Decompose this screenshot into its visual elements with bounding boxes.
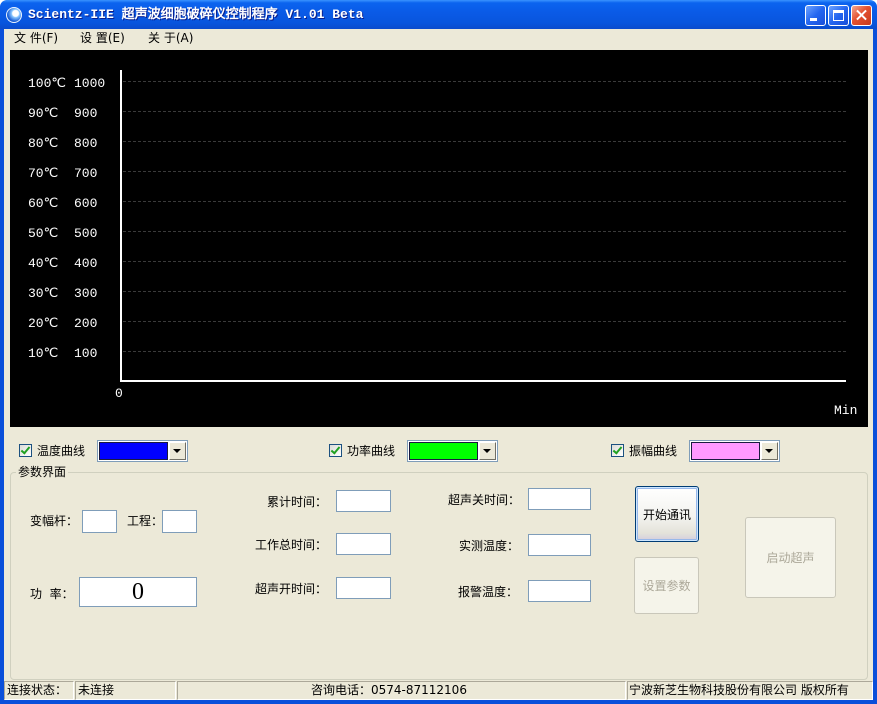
status-connection-label: 连接状态：	[4, 681, 74, 700]
gridline	[123, 171, 846, 172]
y-axis	[120, 70, 122, 382]
color-swatch	[409, 442, 478, 460]
minimize-icon	[810, 18, 817, 21]
alarm-temperature-input[interactable]	[528, 580, 591, 602]
dropdown-button[interactable]	[479, 442, 496, 460]
chevron-down-icon	[173, 449, 181, 453]
temperature-color-select[interactable]	[97, 440, 188, 462]
gridline	[123, 231, 846, 232]
total-work-time-label: 工作总时间：	[254, 538, 327, 552]
project-label: 工程：	[127, 514, 164, 528]
x-axis	[120, 380, 846, 382]
measured-temperature-input[interactable]	[528, 534, 591, 556]
set-parameters-button[interactable]: 设置参数	[634, 557, 699, 614]
start-communication-button[interactable]: 开始通讯	[635, 486, 699, 542]
power-tick-label: 900	[74, 106, 98, 121]
temperature-tick-label: 80℃	[28, 136, 59, 151]
temperature-curve-checkbox[interactable]	[19, 444, 32, 457]
amplitude-curve-control: 振幅曲线	[611, 440, 781, 462]
power-curve-control: 功率曲线	[329, 440, 499, 462]
amplitude-curve-label[interactable]: 振幅曲线	[629, 443, 677, 459]
project-input[interactable]	[162, 510, 197, 533]
maximize-icon	[833, 10, 844, 21]
power-tick-label: 800	[74, 136, 98, 151]
app-logo-icon[interactable]	[6, 7, 22, 23]
x-origin-label: 0	[115, 386, 123, 401]
gridline	[123, 111, 846, 112]
window-title: Scientz-IIE 超声波细胞破碎仪控制程序 V1.01 Beta	[28, 7, 364, 22]
power-tick-label: 700	[74, 166, 98, 181]
color-swatch	[691, 442, 760, 460]
amplitude-curve-checkbox[interactable]	[611, 444, 624, 457]
checkmark-icon	[612, 444, 623, 455]
total-work-time-input[interactable]	[336, 533, 391, 555]
temperature-tick-label: 40℃	[28, 256, 59, 271]
x-unit-label: Min	[834, 403, 858, 418]
gridline	[123, 201, 846, 202]
power-tick-label: 300	[74, 286, 98, 301]
checkmark-icon	[330, 444, 341, 455]
power-tick-label: 100	[74, 346, 98, 361]
gridline	[123, 291, 846, 292]
power-tick-label: 600	[74, 196, 98, 211]
status-phone: 咨询电话：0574-87112106	[177, 681, 626, 700]
ultrasound-on-time-label: 超声开时间：	[254, 582, 327, 596]
temperature-tick-label: 20℃	[28, 316, 59, 331]
start-ultrasound-button[interactable]: 启动超声	[745, 517, 836, 598]
color-swatch	[99, 442, 168, 460]
horn-label: 变幅杆：	[30, 514, 79, 528]
maximize-button[interactable]	[828, 5, 849, 26]
menu-file[interactable]: 文 件(F)	[10, 29, 62, 47]
power-curve-checkbox[interactable]	[329, 444, 342, 457]
power-color-select[interactable]	[407, 440, 498, 462]
gridline	[123, 321, 846, 322]
dropdown-button[interactable]	[169, 442, 186, 460]
chart-panel: 0 Min 100℃ 1000 90℃ 900 80℃ 800 70℃ 700 60℃ 600 50…	[10, 50, 868, 427]
gridline	[123, 81, 846, 82]
temperature-tick-label: 30℃	[28, 286, 59, 301]
alarm-temperature-label: 报警温度：	[457, 585, 518, 599]
accumulated-time-input[interactable]	[336, 490, 391, 512]
dropdown-button[interactable]	[761, 442, 778, 460]
ultrasound-on-time-input[interactable]	[336, 577, 391, 599]
temperature-tick-label: 50℃	[28, 226, 59, 241]
ultrasound-off-time-input[interactable]	[528, 488, 591, 510]
title-bar[interactable]: Scientz-IIE 超声波细胞破碎仪控制程序 V1.01 Beta	[0, 0, 877, 29]
temperature-tick-label: 100℃	[28, 76, 67, 91]
chevron-down-icon	[765, 449, 773, 453]
status-copyright: 宁波新芝生物科技股份有限公司 版权所有	[627, 681, 873, 700]
menu-about[interactable]: 关 于(A)	[144, 29, 197, 47]
power-tick-label: 500	[74, 226, 98, 241]
temperature-curve-control: 温度曲线	[19, 440, 189, 462]
power-tick-label: 400	[74, 256, 98, 271]
gridline	[123, 351, 846, 352]
close-icon	[852, 6, 871, 25]
temperature-tick-label: 10℃	[28, 346, 59, 361]
minimize-button[interactable]	[805, 5, 826, 26]
power-curve-label[interactable]: 功率曲线	[347, 443, 395, 459]
power-tick-label: 1000	[74, 76, 106, 91]
power-display[interactable]	[79, 577, 197, 607]
checkmark-icon	[20, 444, 31, 455]
temperature-tick-label: 60℃	[28, 196, 59, 211]
power-tick-label: 200	[74, 316, 98, 331]
group-title: 参数界面	[16, 464, 69, 480]
menu-settings[interactable]: 设 置(E)	[76, 29, 129, 47]
accumulated-time-label: 累计时间：	[266, 495, 327, 509]
temperature-curve-label[interactable]: 温度曲线	[37, 443, 85, 459]
temperature-tick-label: 90℃	[28, 106, 59, 121]
temperature-tick-label: 70℃	[28, 166, 59, 181]
measured-temperature-label: 实测温度：	[458, 539, 519, 553]
gridline	[123, 261, 846, 262]
ultrasound-off-time-label: 超声关时间：	[447, 493, 520, 507]
horn-input[interactable]	[82, 510, 117, 533]
status-connection-value: 未连接	[75, 681, 176, 700]
amplitude-color-select[interactable]	[689, 440, 780, 462]
close-button[interactable]	[851, 5, 872, 26]
chevron-down-icon	[483, 449, 491, 453]
power-label: 功 率：	[30, 587, 74, 601]
gridline	[123, 141, 846, 142]
